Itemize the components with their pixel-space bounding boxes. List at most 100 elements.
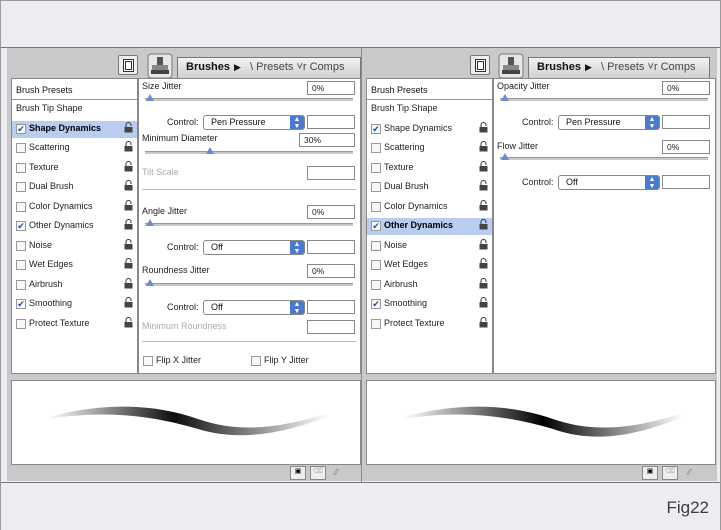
checkbox[interactable]	[16, 279, 26, 290]
lock-icon[interactable]	[124, 297, 133, 308]
lock-icon[interactable]	[124, 258, 133, 269]
min-diameter-knob[interactable]	[206, 147, 214, 154]
sidebar-item[interactable]: Brush Tip Shape	[367, 101, 492, 118]
lock-icon[interactable]	[124, 141, 133, 152]
lock-icon[interactable]	[479, 180, 488, 191]
lock-icon[interactable]	[124, 199, 133, 211]
lock-icon[interactable]	[124, 160, 133, 172]
sidebar-item[interactable]: Texture	[12, 160, 137, 177]
sidebar-item[interactable]: Protect Texture	[367, 316, 492, 333]
checkbox[interactable]	[16, 318, 26, 329]
flow-jitter-field[interactable]: 0%	[662, 140, 710, 154]
sidebar-item[interactable]: ✔ Smoothing	[367, 296, 492, 313]
trash-icon[interactable]: ⌫	[662, 466, 678, 480]
panel-tabs[interactable]: Brushes ▶ \ Presets ˅r Comps	[177, 57, 361, 79]
min-diameter-field[interactable]: 30%	[299, 133, 355, 147]
sidebar-item[interactable]: Noise	[367, 238, 492, 255]
checkbox[interactable]	[371, 182, 381, 192]
angle-control-select[interactable]: Off ▲ ▼	[203, 240, 305, 255]
checked-checkbox[interactable]: ✔	[16, 221, 26, 231]
opacity-jitter-knob[interactable]	[501, 94, 509, 101]
lock-icon[interactable]	[479, 141, 488, 152]
checkbox[interactable]	[371, 201, 381, 212]
sidebar-item[interactable]: ✔ Other Dynamics	[12, 218, 137, 235]
lock-icon[interactable]	[124, 316, 133, 328]
checkbox[interactable]	[371, 143, 381, 153]
checkbox[interactable]	[371, 279, 381, 290]
resize-grip-icon[interactable]: ⁄⁄	[335, 467, 338, 477]
sidebar-item[interactable]: Airbrush	[367, 277, 492, 294]
checkbox[interactable]	[16, 143, 26, 153]
angle-jitter-knob[interactable]	[146, 219, 154, 226]
lock-icon[interactable]	[124, 219, 133, 230]
checked-checkbox[interactable]: ✔	[16, 299, 26, 309]
sidebar-item[interactable]: Scattering	[12, 140, 137, 157]
roundness-control-field[interactable]	[307, 300, 355, 314]
checked-checkbox[interactable]: ✔	[371, 123, 381, 134]
new-preset-icon[interactable]: ▣	[642, 466, 658, 480]
sidebar-item[interactable]: Scattering	[367, 140, 492, 157]
panel-tabs[interactable]: Brushes ▶ \ Presets ˅r Comps	[528, 57, 710, 79]
lock-icon[interactable]	[479, 316, 488, 328]
flow-control-select[interactable]: Off ▲ ▼	[558, 175, 660, 190]
size-jitter-slider[interactable]	[145, 98, 353, 101]
lock-icon[interactable]	[124, 180, 133, 191]
flow-control-field[interactable]	[662, 175, 710, 189]
checkbox[interactable]	[371, 260, 381, 270]
sidebar-item[interactable]: Protect Texture	[12, 316, 137, 333]
checked-checkbox[interactable]: ✔	[16, 123, 26, 134]
roundness-jitter-field[interactable]: 0%	[307, 264, 355, 278]
sidebar-item[interactable]: ✔ Shape Dynamics	[12, 120, 137, 138]
toggle-palette-icon[interactable]	[118, 55, 138, 75]
sidebar-item[interactable]: ✔ Shape Dynamics	[367, 121, 492, 138]
brush-presets-button[interactable]: Brush Presets	[367, 79, 492, 100]
flip-y-checkbox[interactable]	[251, 356, 261, 366]
resize-grip-icon[interactable]: ⁄⁄	[688, 467, 691, 477]
sidebar-item[interactable]: Noise	[12, 238, 137, 255]
size-control-field[interactable]	[307, 115, 355, 129]
lock-icon[interactable]	[124, 121, 133, 133]
angle-jitter-slider[interactable]	[145, 223, 353, 226]
min-diameter-slider[interactable]	[145, 151, 353, 154]
sidebar-item[interactable]: Texture	[367, 160, 492, 177]
roundness-control-select[interactable]: Off ▲ ▼	[203, 300, 305, 315]
sidebar-item[interactable]: Dual Brush	[12, 179, 137, 196]
sidebar-item[interactable]: ✔ Other Dynamics	[367, 218, 492, 235]
checked-checkbox[interactable]: ✔	[371, 221, 381, 231]
sidebar-item[interactable]: Wet Edges	[367, 257, 492, 274]
size-jitter-field[interactable]: 0%	[307, 81, 355, 95]
checkbox[interactable]	[371, 240, 381, 251]
tab-presets-comps[interactable]: \ Presets ˅r Comps	[250, 61, 344, 73]
checkbox[interactable]	[16, 182, 26, 192]
checkbox[interactable]	[371, 318, 381, 329]
checked-checkbox[interactable]: ✔	[371, 299, 381, 309]
tilt-scale-field[interactable]	[307, 166, 355, 180]
lock-icon[interactable]	[124, 238, 133, 250]
roundness-jitter-knob[interactable]	[146, 279, 154, 286]
lock-icon[interactable]	[479, 297, 488, 308]
new-preset-icon[interactable]: ▣	[290, 466, 306, 480]
tab-brushes[interactable]: Brushes	[537, 61, 581, 73]
roundness-jitter-slider[interactable]	[145, 283, 353, 286]
sidebar-item[interactable]: Color Dynamics	[12, 199, 137, 216]
sidebar-item[interactable]: Airbrush	[12, 277, 137, 294]
toggle-palette-icon[interactable]	[470, 55, 490, 75]
opacity-control-select[interactable]: Pen Pressure ▲ ▼	[558, 115, 660, 130]
checkbox[interactable]	[16, 240, 26, 251]
sidebar-item[interactable]: Color Dynamics	[367, 199, 492, 216]
lock-icon[interactable]	[124, 277, 133, 289]
lock-icon[interactable]	[479, 277, 488, 289]
flip-x-checkbox[interactable]	[143, 356, 153, 366]
checkbox[interactable]	[16, 260, 26, 270]
opacity-control-field[interactable]	[662, 115, 710, 129]
brush-presets-button[interactable]: Brush Presets	[12, 79, 137, 100]
flow-jitter-slider[interactable]	[500, 157, 708, 160]
flow-jitter-knob[interactable]	[501, 153, 509, 160]
lock-icon[interactable]	[479, 238, 488, 250]
opacity-jitter-field[interactable]: 0%	[662, 81, 710, 95]
checkbox[interactable]	[371, 162, 381, 173]
tab-presets-comps[interactable]: \ Presets ˅r Comps	[601, 61, 695, 73]
sidebar-item[interactable]: Dual Brush	[367, 179, 492, 196]
trash-icon[interactable]: ⌫	[310, 466, 326, 480]
lock-icon[interactable]	[479, 160, 488, 172]
